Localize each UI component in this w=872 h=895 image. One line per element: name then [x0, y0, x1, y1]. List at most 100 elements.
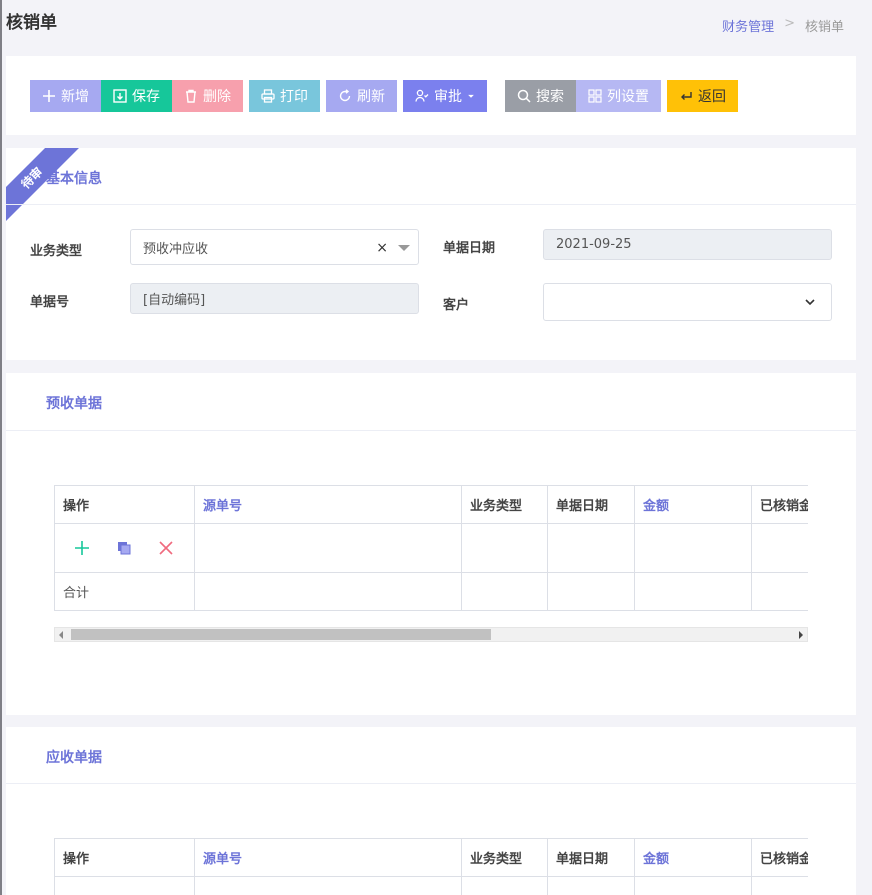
business-type-cell — [461, 523, 548, 573]
basic-info-card: 待审 基本信息 业务类型 预收冲应收 × 单据日期 2021-09-25 单据号… — [6, 148, 856, 360]
doc-date-label: 单据日期 — [443, 241, 496, 256]
add-row-button[interactable] — [70, 536, 94, 560]
basic-info-title: 基本信息 — [46, 171, 102, 187]
back-button[interactable]: 返回 — [667, 80, 738, 112]
prepaid-section-title: 预收单据 — [46, 396, 102, 412]
copy-row-button[interactable] — [112, 536, 136, 560]
column-header-doc-date: 单据日期 — [547, 838, 635, 877]
amount-cell[interactable] — [634, 523, 752, 573]
row-actions-cell — [54, 876, 195, 895]
refresh-button-label: 刷新 — [357, 89, 385, 105]
source-no-cell[interactable] — [194, 876, 462, 895]
table-row — [54, 523, 808, 573]
scroll-left-icon[interactable] — [59, 631, 63, 639]
table-header-row: 操作 源单号 业务类型 单据日期 金额 已核销金额 — [54, 838, 808, 877]
receivable-section-header: 应收单据 — [6, 727, 856, 784]
grid-icon — [588, 89, 602, 103]
trash-icon — [186, 89, 196, 103]
total-label: 合计 — [54, 572, 195, 611]
breadcrumb-parent-link[interactable]: 财务管理 — [722, 16, 774, 35]
print-button-label: 打印 — [280, 89, 308, 105]
caret-down-icon — [468, 94, 474, 98]
total-cell — [194, 572, 462, 611]
written-off-cell — [751, 876, 808, 895]
breadcrumb-separator: > — [784, 16, 795, 31]
total-cell — [751, 572, 808, 611]
add-button[interactable]: 新增 — [30, 80, 101, 112]
user-check-icon — [415, 89, 429, 102]
search-button-label: 搜索 — [536, 89, 564, 105]
scroll-right-icon[interactable] — [799, 631, 803, 639]
column-header-business-type: 业务类型 — [461, 838, 548, 877]
save-button[interactable]: 保存 — [101, 80, 172, 112]
prepaid-section-card: 预收单据 操作 源单号 业务类型 单据日期 金额 已核销金额 — [6, 373, 856, 715]
column-settings-button-label: 列设置 — [607, 89, 649, 105]
business-type-label: 业务类型 — [30, 244, 83, 259]
total-cell — [634, 572, 752, 611]
plus-icon — [43, 90, 55, 102]
business-type-value: 预收冲应收 — [143, 241, 209, 257]
approve-dropdown-button[interactable]: 审批 — [403, 80, 487, 112]
doc-date-value: 2021-09-25 — [556, 237, 632, 252]
receivable-table-wrap: 操作 源单号 业务类型 单据日期 金额 已核销金额 — [54, 838, 808, 895]
plus-icon — [75, 541, 89, 555]
written-off-cell — [751, 523, 808, 573]
toolbar-card: 新增 保存 删除 打印 刷新 审批 搜索 列设置 返回 — [6, 56, 856, 135]
amount-cell[interactable] — [634, 876, 752, 895]
prepaid-table-panel: 操作 源单号 业务类型 单据日期 金额 已核销金额 — [30, 455, 834, 666]
search-icon — [517, 89, 531, 103]
doc-number-label: 单据号 — [30, 295, 70, 310]
add-button-label: 新增 — [61, 89, 89, 105]
receivable-section-card: 应收单据 操作 源单号 业务类型 单据日期 金额 已核销金额 — [6, 727, 856, 895]
save-icon — [113, 89, 127, 103]
save-button-label: 保存 — [132, 89, 160, 105]
total-cell — [461, 572, 548, 611]
copy-icon — [118, 542, 131, 555]
search-button[interactable]: 搜索 — [505, 80, 576, 112]
refresh-icon — [339, 89, 351, 102]
column-header-written-off: 已核销金额 — [751, 838, 808, 877]
basic-info-header: 基本信息 — [6, 148, 856, 205]
prepaid-section-header: 预收单据 — [6, 373, 856, 431]
table-header-row: 操作 源单号 业务类型 单据日期 金额 已核销金额 — [54, 485, 808, 524]
clear-icon[interactable]: × — [376, 240, 388, 256]
printer-icon — [261, 89, 275, 103]
column-settings-button[interactable]: 列设置 — [576, 80, 661, 112]
customer-label: 客户 — [443, 298, 470, 313]
breadcrumb-current: 核销单 — [804, 20, 844, 35]
delete-button[interactable]: 删除 — [172, 80, 243, 112]
horizontal-scrollbar[interactable] — [54, 627, 808, 642]
business-type-cell — [461, 876, 548, 895]
column-header-business-type: 业务类型 — [461, 485, 548, 524]
prepaid-table: 操作 源单号 业务类型 单据日期 金额 已核销金额 — [54, 485, 808, 611]
customer-select[interactable] — [543, 283, 832, 321]
close-icon — [159, 541, 173, 555]
doc-number-value: [自动编码] — [143, 293, 206, 308]
chevron-down-icon — [805, 299, 815, 306]
window-left-edge — [0, 0, 2, 895]
delete-button-label: 删除 — [203, 89, 231, 105]
column-header-source-no[interactable]: 源单号 — [194, 838, 462, 877]
delete-row-button[interactable] — [154, 536, 178, 560]
prepaid-table-wrap: 操作 源单号 业务类型 单据日期 金额 已核销金额 — [54, 485, 808, 611]
doc-date-cell — [547, 523, 635, 573]
business-type-select[interactable]: 预收冲应收 × — [130, 229, 419, 265]
column-header-actions: 操作 — [54, 485, 195, 524]
print-button[interactable]: 打印 — [249, 80, 320, 112]
column-header-amount[interactable]: 金额 — [634, 485, 752, 524]
column-header-amount[interactable]: 金额 — [634, 838, 752, 877]
receivable-table: 操作 源单号 业务类型 单据日期 金额 已核销金额 — [54, 838, 808, 895]
column-header-source-no[interactable]: 源单号 — [194, 485, 462, 524]
scrollbar-thumb[interactable] — [71, 629, 491, 640]
column-header-written-off: 已核销金额 — [751, 485, 808, 524]
refresh-button[interactable]: 刷新 — [326, 80, 397, 112]
doc-date-cell — [547, 876, 635, 895]
total-cell — [547, 572, 635, 611]
receivable-table-panel: 操作 源单号 业务类型 单据日期 金额 已核销金额 — [30, 808, 834, 895]
approve-button-label: 审批 — [434, 89, 462, 105]
column-header-actions: 操作 — [54, 838, 195, 877]
column-header-doc-date: 单据日期 — [547, 485, 635, 524]
table-total-row: 合计 — [54, 572, 808, 611]
source-no-cell[interactable] — [194, 523, 462, 573]
caret-down-icon — [398, 245, 410, 251]
